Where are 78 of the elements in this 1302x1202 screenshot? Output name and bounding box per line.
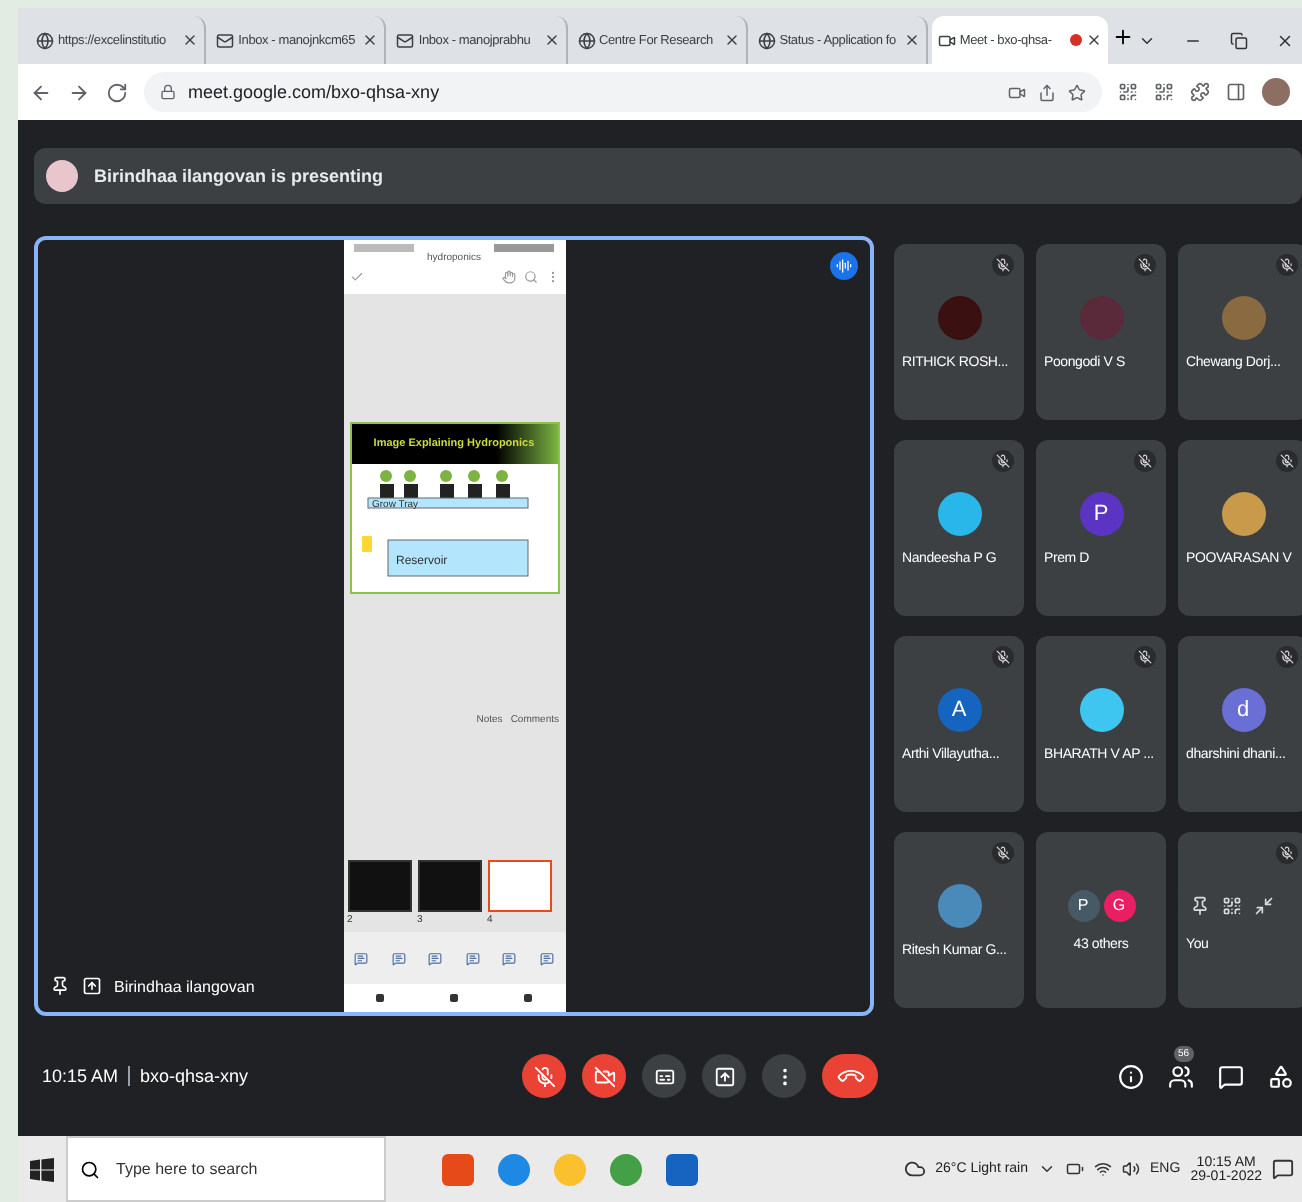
toolbar-icon[interactable] — [502, 952, 517, 966]
globe-icon — [757, 31, 776, 49]
forward-icon[interactable] — [68, 81, 90, 103]
hand-icon — [501, 270, 515, 284]
toolbar-icon[interactable] — [465, 952, 480, 966]
activities-icon[interactable] — [1268, 1063, 1294, 1089]
search-icon — [80, 1159, 100, 1179]
banner-text: Birindhaa ilangovan is presenting — [94, 166, 384, 186]
lock-icon — [160, 84, 176, 100]
mic-off-button[interactable] — [522, 1054, 566, 1098]
close-icon[interactable] — [723, 32, 740, 48]
mic-off-icon — [533, 1065, 555, 1087]
new-tab-icon[interactable] — [1112, 25, 1135, 47]
pin-icon[interactable] — [50, 976, 70, 996]
more-options-button[interactable] — [762, 1054, 806, 1098]
puzzle-icon[interactable] — [1190, 82, 1210, 102]
captions-button[interactable] — [642, 1054, 686, 1098]
pin-icon[interactable] — [1190, 895, 1210, 915]
avatar-letter: P — [1067, 889, 1099, 921]
leave-call-button[interactable] — [822, 1054, 878, 1098]
battery-icon — [1066, 1160, 1085, 1178]
speaking-indicator — [830, 252, 858, 280]
tray-chevron-icon[interactable] — [1038, 1160, 1057, 1178]
toolbar-icon[interactable] — [428, 952, 443, 966]
restore-icon[interactable] — [1230, 31, 1249, 49]
camera-off-icon — [593, 1065, 615, 1087]
avatar-letter: P — [1079, 491, 1123, 535]
camera-icon[interactable] — [1008, 83, 1026, 101]
camera-off-button[interactable] — [582, 1054, 626, 1098]
wifi-icon — [1094, 1160, 1113, 1178]
windows-logo-icon[interactable] — [30, 1157, 54, 1181]
nav-icon[interactable] — [524, 994, 532, 1002]
avatar-photo-placeholder — [46, 160, 78, 192]
close-icon[interactable] — [182, 32, 199, 48]
chat-icon[interactable] — [1218, 1063, 1244, 1089]
profile-avatar[interactable] — [1262, 78, 1290, 106]
share-icon[interactable] — [1038, 83, 1056, 101]
close-icon[interactable] — [362, 32, 379, 48]
video-icon — [937, 31, 956, 49]
present-icon — [82, 976, 102, 996]
address-bar[interactable]: meet.google.com/bxo-qhsa-xny — [144, 72, 1102, 112]
notifications-icon[interactable] — [1272, 1158, 1294, 1180]
nav-icon[interactable] — [450, 994, 458, 1002]
taskbar-search-field[interactable]: Type here to search — [112, 1158, 372, 1180]
check-icon — [349, 270, 363, 284]
present-icon — [713, 1065, 735, 1087]
captions-icon — [653, 1065, 675, 1087]
search-icon — [523, 270, 537, 284]
close-icon[interactable] — [543, 32, 560, 48]
toolbar-icon[interactable] — [354, 952, 369, 966]
toolbar-icon[interactable] — [539, 952, 554, 966]
globe-icon — [36, 31, 54, 49]
globe-icon — [577, 31, 596, 49]
weather-icon — [903, 1158, 926, 1180]
side-panel-icon[interactable] — [1226, 82, 1246, 102]
minimize-icon[interactable] — [1254, 895, 1274, 915]
meeting-time: 10:15 AM — [42, 1066, 119, 1086]
mail-icon — [216, 31, 235, 49]
present-button[interactable] — [702, 1054, 746, 1098]
volume-icon[interactable] — [1122, 1160, 1141, 1178]
back-icon[interactable] — [30, 81, 52, 103]
avatar-letter: A — [937, 687, 981, 731]
info-icon[interactable] — [1118, 1063, 1144, 1089]
reload-icon[interactable] — [106, 81, 128, 103]
taskbar-search-box[interactable]: Type here to search — [66, 1136, 386, 1202]
close-icon[interactable] — [1086, 32, 1103, 48]
toolbar-icon[interactable] — [391, 952, 406, 966]
people-icon[interactable] — [1168, 1063, 1194, 1089]
star-icon[interactable] — [1068, 83, 1086, 101]
close-icon[interactable] — [1276, 31, 1295, 49]
avatar-letter: d — [1221, 687, 1265, 731]
presenter-name: Birindhaa ilangovan — [114, 977, 255, 995]
meeting-code: bxo-qhsa-xny — [140, 1066, 249, 1086]
close-icon[interactable] — [903, 32, 920, 48]
nav-icon[interactable] — [376, 994, 384, 1002]
avatar-letter: G — [1103, 889, 1135, 921]
grid-icon[interactable] — [1222, 895, 1242, 915]
mail-icon — [396, 31, 415, 49]
